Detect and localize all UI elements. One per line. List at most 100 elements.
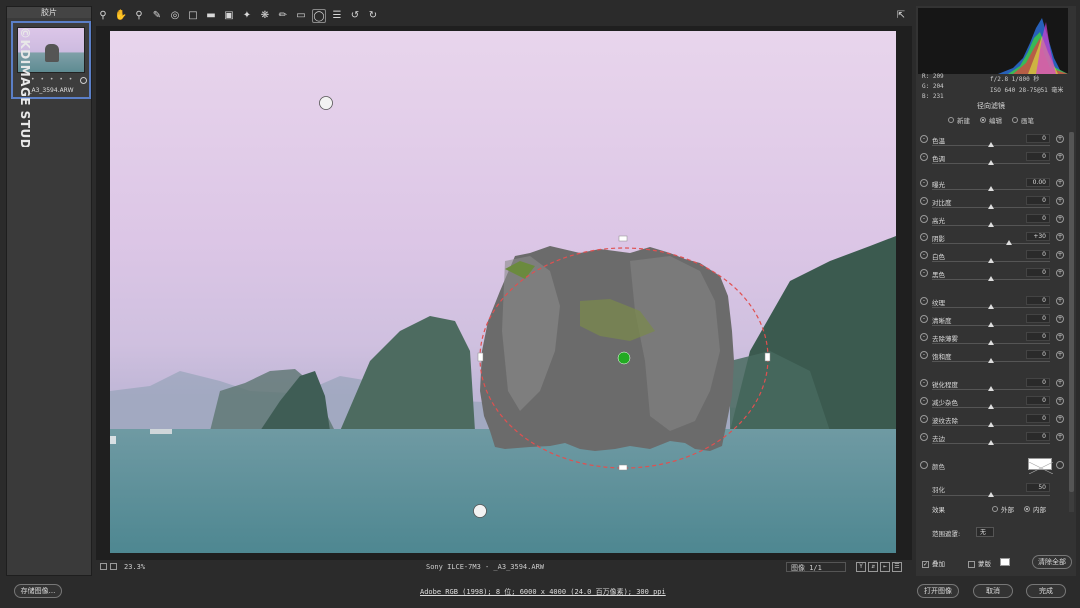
- color-swatch[interactable]: [1028, 458, 1054, 475]
- image-canvas[interactable]: [96, 26, 912, 560]
- slider-knob[interactable]: [988, 404, 994, 409]
- plus-icon[interactable]: +: [1056, 297, 1064, 305]
- plus-icon[interactable]: +: [1056, 269, 1064, 277]
- minus-icon[interactable]: -: [920, 315, 928, 323]
- slider-value[interactable]: 0: [1026, 296, 1050, 305]
- slider-value[interactable]: 0: [1026, 152, 1050, 161]
- filter-pin-unselected[interactable]: [319, 96, 333, 110]
- slider-value[interactable]: 0: [1026, 214, 1050, 223]
- slider-knob[interactable]: [988, 204, 994, 209]
- minus-icon[interactable]: -: [920, 351, 928, 359]
- slider-value[interactable]: 0: [1026, 268, 1050, 277]
- minus-icon[interactable]: -: [920, 215, 928, 223]
- minus-icon[interactable]: -: [920, 251, 928, 259]
- crop-icon[interactable]: □: [186, 9, 200, 23]
- minus-icon[interactable]: -: [920, 433, 928, 441]
- transform-icon[interactable]: ▣: [222, 9, 236, 23]
- slider-knob[interactable]: [988, 258, 994, 263]
- target-adjust-icon[interactable]: ◎: [168, 9, 182, 23]
- zoom-in-icon[interactable]: [110, 563, 117, 570]
- mode-radio-2[interactable]: 画笔: [1012, 115, 1034, 125]
- hand-icon[interactable]: ✋: [114, 9, 128, 23]
- plus-icon[interactable]: +: [1056, 197, 1064, 205]
- overlay-checkbox[interactable]: ✓ 叠加: [922, 560, 945, 568]
- mode-radio-0[interactable]: 新建: [948, 115, 970, 125]
- slider-knob[interactable]: [988, 340, 994, 345]
- done-button[interactable]: 完成: [1026, 584, 1066, 598]
- slider-value[interactable]: +30: [1026, 232, 1050, 241]
- swap-icon[interactable]: ⇵: [868, 562, 878, 572]
- spot-removal-icon[interactable]: ✦: [240, 9, 254, 23]
- ellipse-handle[interactable]: [477, 352, 484, 362]
- fullscreen-icon[interactable]: ⇱: [894, 9, 908, 23]
- feather-knob[interactable]: [988, 492, 994, 497]
- plus-icon[interactable]: +: [1056, 415, 1064, 423]
- slider-value[interactable]: 0: [1026, 250, 1050, 259]
- graduated-filter-icon[interactable]: ▭: [294, 9, 308, 23]
- straighten-icon[interactable]: ▬: [204, 9, 218, 23]
- adjustment-brush-icon[interactable]: ✏: [276, 9, 290, 23]
- effect-outside-radio[interactable]: 外部: [992, 504, 1014, 514]
- panel-scrollbar[interactable]: [1069, 132, 1074, 512]
- plus-icon[interactable]: +: [1056, 397, 1064, 405]
- ellipse-handle[interactable]: [618, 464, 628, 471]
- plus-icon[interactable]: +: [1056, 251, 1064, 259]
- slider-knob[interactable]: [988, 358, 994, 363]
- effect-inside-radio[interactable]: 内部: [1024, 504, 1046, 514]
- mode-radio-1[interactable]: 编辑: [980, 115, 1002, 125]
- minus-icon[interactable]: -: [920, 379, 928, 387]
- minus-icon[interactable]: -: [920, 333, 928, 341]
- rotate-right-icon[interactable]: ↻: [366, 9, 380, 23]
- plus-icon[interactable]: +: [1056, 333, 1064, 341]
- minus-icon[interactable]: -: [920, 233, 928, 241]
- plus-icon[interactable]: +: [1056, 179, 1064, 187]
- open-image-button[interactable]: 打开图像: [917, 584, 959, 598]
- zoom-out-icon[interactable]: [100, 563, 107, 570]
- radial-filter-icon[interactable]: ◯: [312, 9, 326, 23]
- ellipse-handle[interactable]: [618, 235, 628, 242]
- color-sampler-icon[interactable]: ✎: [150, 9, 164, 23]
- plus-icon[interactable]: +: [1056, 433, 1064, 441]
- color-minus-icon[interactable]: [920, 461, 928, 469]
- cancel-button[interactable]: 取消: [973, 584, 1013, 598]
- slider-value[interactable]: 0: [1026, 378, 1050, 387]
- slider-value[interactable]: 0: [1026, 314, 1050, 323]
- slider-value[interactable]: 0: [1026, 414, 1050, 423]
- rotate-left-icon[interactable]: ↺: [348, 9, 362, 23]
- minus-icon[interactable]: -: [920, 415, 928, 423]
- slider-track[interactable]: [932, 243, 1050, 244]
- minus-icon[interactable]: -: [920, 197, 928, 205]
- slider-knob[interactable]: [988, 186, 994, 191]
- slider-value[interactable]: 0: [1026, 350, 1050, 359]
- minus-icon[interactable]: -: [920, 397, 928, 405]
- plus-icon[interactable]: +: [1056, 153, 1064, 161]
- slider-value[interactable]: 0: [1026, 196, 1050, 205]
- slider-knob[interactable]: [988, 160, 994, 165]
- slider-value[interactable]: 0: [1026, 396, 1050, 405]
- toggle-icon[interactable]: ☰: [892, 562, 902, 572]
- range-mask-select[interactable]: 无: [976, 527, 994, 537]
- before-after-icon[interactable]: Y: [856, 562, 866, 572]
- image-navigator[interactable]: 图像 1/1: [786, 562, 846, 572]
- plus-icon[interactable]: +: [1056, 315, 1064, 323]
- copy-settings-icon[interactable]: ⇤: [880, 562, 890, 572]
- rating-stars[interactable]: • • • • •: [31, 76, 74, 83]
- color-plus-icon[interactable]: [1056, 461, 1064, 469]
- red-eye-icon[interactable]: ❋: [258, 9, 272, 23]
- presets-icon[interactable]: ☰: [330, 9, 344, 23]
- plus-icon[interactable]: +: [1056, 233, 1064, 241]
- minus-icon[interactable]: -: [920, 135, 928, 143]
- minus-icon[interactable]: -: [920, 153, 928, 161]
- plus-icon[interactable]: +: [1056, 379, 1064, 387]
- zoom-level[interactable]: 23.3%: [124, 563, 145, 571]
- mask-color-swatch[interactable]: [1000, 558, 1010, 566]
- slider-knob[interactable]: [988, 322, 994, 327]
- slider-knob[interactable]: [988, 222, 994, 227]
- slider-value[interactable]: 0.00: [1026, 178, 1050, 187]
- ellipse-handle[interactable]: [764, 352, 771, 362]
- slider-knob[interactable]: [988, 142, 994, 147]
- minus-icon[interactable]: -: [920, 269, 928, 277]
- slider-knob[interactable]: [1005, 240, 1012, 245]
- slider-knob[interactable]: [988, 422, 994, 427]
- slider-value[interactable]: 0: [1026, 134, 1050, 143]
